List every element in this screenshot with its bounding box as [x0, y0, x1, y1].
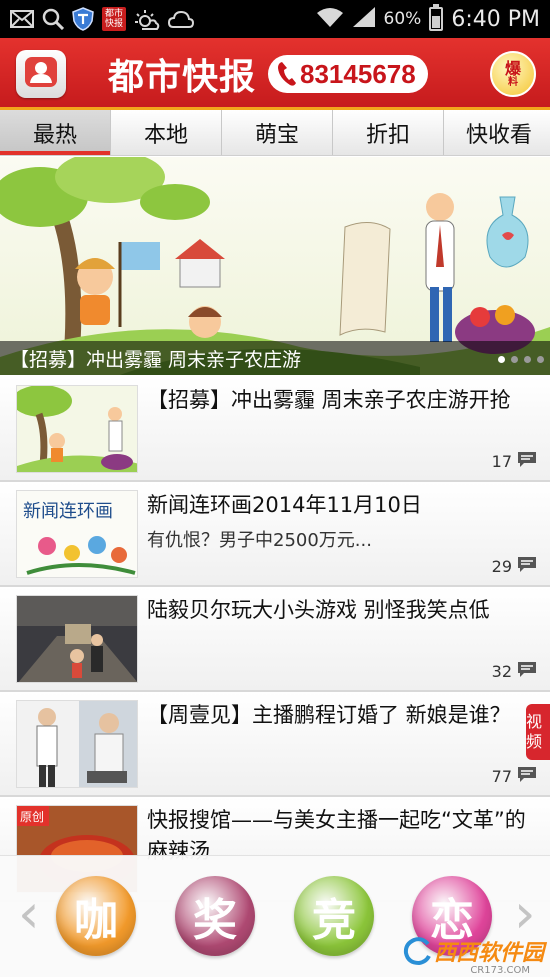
- tab-baby[interactable]: 萌宝: [222, 110, 333, 155]
- app-badge-icon: 都市快报: [102, 6, 126, 32]
- user-center-button[interactable]: [16, 50, 66, 98]
- comment-icon: [516, 765, 538, 787]
- news-item[interactable]: 【周壹见】主播鹏程订婚了 新娘是谁？ 视频 77: [0, 692, 550, 797]
- category-prize-button[interactable]: 奖: [175, 876, 255, 956]
- news-title: 【招募】冲出雾霾 周末亲子农庄游开抢: [147, 388, 511, 412]
- search-icon: [42, 6, 64, 32]
- video-tag: 视频: [526, 704, 550, 760]
- phone-icon: [274, 59, 300, 89]
- comment-count: 29: [492, 555, 538, 577]
- baoliao-button[interactable]: 爆 料: [490, 51, 536, 97]
- news-list: 【招募】冲出雾霾 周末亲子农庄游开抢 17 新闻连环画 新闻连环画2014年11…: [0, 377, 550, 902]
- cloud-icon: [168, 6, 194, 32]
- chevron-left-icon[interactable]: ‹: [18, 878, 40, 950]
- category-label: 咖: [74, 895, 118, 946]
- news-subtitle: 有仇恨？男子中2500万元...: [147, 530, 372, 551]
- watermark-sub: CR173.COM: [470, 965, 530, 976]
- battery-percent: 60%: [383, 9, 422, 29]
- users-icon: [24, 56, 58, 92]
- clock: 6:40 PM: [451, 6, 540, 32]
- carousel-dot[interactable]: [498, 356, 505, 363]
- tab-label: 萌宝: [254, 122, 299, 148]
- tab-hot[interactable]: 最热: [0, 110, 111, 155]
- comment-count: 77: [492, 765, 538, 787]
- comment-count: 32: [492, 660, 538, 682]
- comment-count: 17: [492, 450, 538, 472]
- news-thumbnail: [16, 385, 138, 473]
- carousel-dots: [498, 356, 544, 363]
- app-logo: 都市快报 83145678: [108, 47, 428, 101]
- comment-icon: [516, 450, 538, 472]
- tab-local[interactable]: 本地: [111, 110, 222, 155]
- news-item[interactable]: 陆毅贝尔玩大小头游戏 别怪我笑点低 32: [0, 587, 550, 692]
- signal-icon: [352, 6, 376, 33]
- comment-icon: [516, 555, 538, 577]
- tab-discount[interactable]: 折扣: [333, 110, 444, 155]
- category-cafe-button[interactable]: 咖: [56, 876, 136, 956]
- news-title: 陆毅贝尔玩大小头游戏 别怪我笑点低: [147, 598, 490, 622]
- news-thumbnail: 新闻连环画: [16, 490, 138, 578]
- baoliao-label-top: 爆: [504, 59, 521, 78]
- news-title: 新闻连环画2014年11月10日: [147, 493, 422, 517]
- wifi-icon: [316, 6, 344, 33]
- battery-icon: [429, 4, 444, 31]
- news-item[interactable]: 【招募】冲出雾霾 周末亲子农庄游开抢 17: [0, 377, 550, 482]
- banner-carousel[interactable]: 【招募】冲出雾霾 周末亲子农庄游: [0, 157, 550, 375]
- baoliao-label-bottom: 料: [508, 77, 518, 88]
- app-header: 都市快报 83145678 爆 料: [0, 38, 550, 110]
- comment-count-value: 77: [491, 766, 512, 786]
- category-label: 竞: [312, 895, 356, 946]
- bottom-category-bar: ‹ 咖 奖 竞 恋 › 西西软件园 CR173.COM: [0, 855, 550, 977]
- tab-label: 折扣: [365, 122, 410, 148]
- weather-sun-icon: [134, 6, 160, 32]
- shield-icon: [72, 6, 94, 32]
- comic-thumb-title: 新闻连环画: [23, 501, 113, 522]
- app-badge-text: 都市快报: [102, 7, 126, 31]
- comment-count-value: 32: [491, 661, 512, 681]
- carousel-dot[interactable]: [537, 356, 544, 363]
- comment-count-value: 17: [491, 451, 512, 471]
- news-title: 【周壹见】主播鹏程订婚了 新娘是谁？: [147, 703, 511, 727]
- watermark: 西西软件园 CR173.COM: [402, 935, 544, 976]
- original-tag: 原创: [20, 810, 44, 824]
- news-thumbnail: [16, 700, 138, 788]
- tab-label: 最热: [32, 122, 77, 148]
- tab-watch[interactable]: 快收看: [444, 110, 550, 155]
- tab-label: 本地: [143, 122, 188, 148]
- tab-label: 快收看: [465, 122, 532, 148]
- news-thumbnail: [16, 595, 138, 683]
- watermark-text: 西西软件园: [433, 941, 544, 966]
- category-tabs: 最热 本地 萌宝 折扣 快收看: [0, 110, 550, 156]
- comment-icon: [516, 660, 538, 682]
- logo-text: 都市快报: [108, 57, 257, 98]
- news-item[interactable]: 新闻连环画 新闻连环画2014年11月10日 有仇恨？男子中2500万元... …: [0, 482, 550, 587]
- category-contest-button[interactable]: 竞: [294, 876, 374, 956]
- watermark-logo-icon: [403, 937, 431, 966]
- comment-count-value: 29: [491, 556, 512, 576]
- mail-icon: [10, 6, 34, 32]
- hotline-button[interactable]: 83145678: [268, 55, 428, 93]
- banner-caption: 【招募】冲出雾霾 周末亲子农庄游: [0, 341, 550, 375]
- category-label: 奖: [193, 895, 237, 946]
- status-bar: 都市快报 60% 6:40 PM: [0, 0, 550, 38]
- hotline-number: 83145678: [300, 58, 416, 89]
- carousel-dot[interactable]: [524, 356, 531, 363]
- carousel-dot[interactable]: [511, 356, 518, 363]
